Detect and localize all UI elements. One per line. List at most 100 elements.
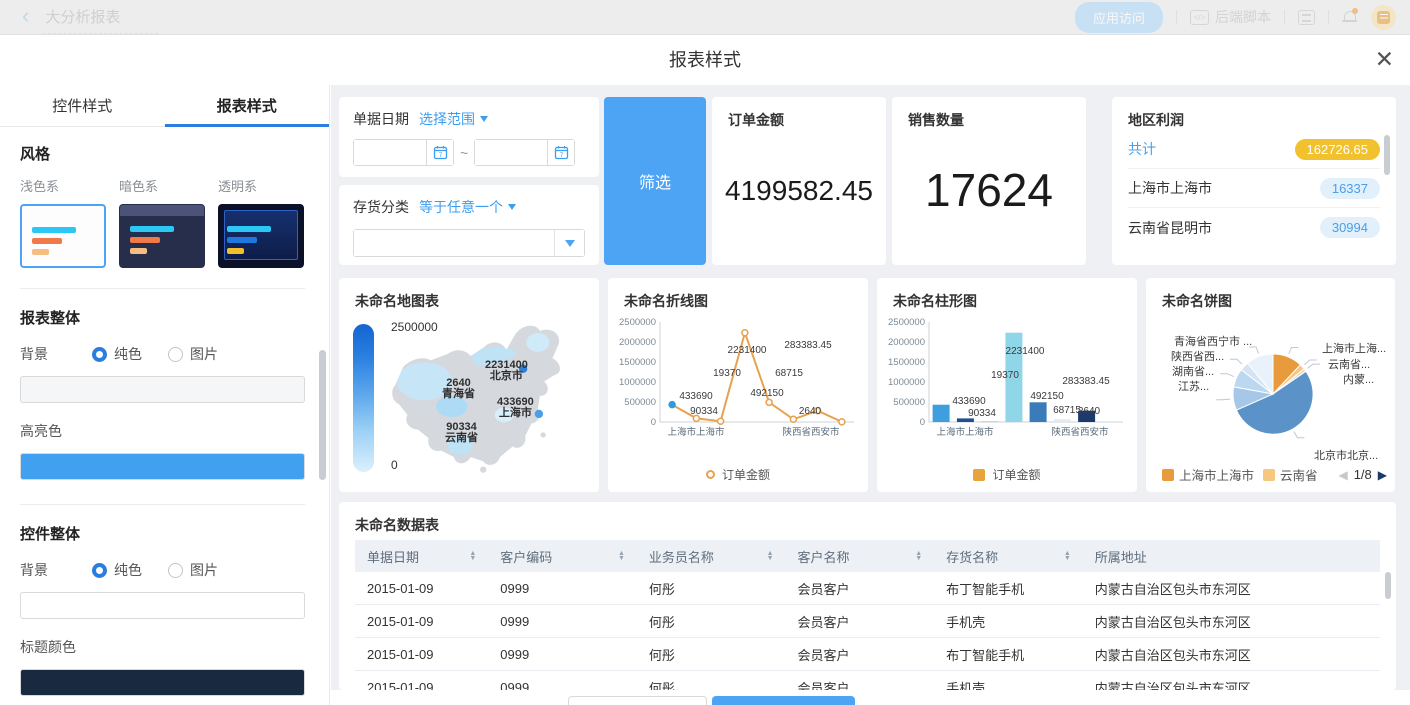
table-cell: 2015-01-09 — [355, 647, 488, 662]
tab-widget-style[interactable]: 控件样式 — [0, 85, 165, 126]
legend-marker-icon — [973, 469, 985, 481]
svg-text:7: 7 — [559, 152, 563, 159]
theme-light-thumbnail[interactable] — [20, 204, 106, 268]
notification-bell-icon[interactable] — [1342, 9, 1358, 25]
thumb-bar — [32, 249, 49, 255]
radio-solid-color[interactable] — [92, 347, 107, 362]
backend-script-button[interactable]: </> 后端脚本 — [1190, 7, 1271, 27]
filter-submit-button[interactable]: 筛选 — [604, 97, 706, 265]
footer-primary-button[interactable] — [712, 696, 855, 705]
svg-text:上海市上海市: 上海市上海市 — [667, 426, 725, 438]
date-range-mode-label: 选择范围 — [419, 109, 475, 129]
category-select-input[interactable] — [354, 230, 554, 256]
theme-transparent-thumbnail[interactable] — [218, 204, 304, 268]
sort-icon[interactable]: ▲▼ — [915, 551, 922, 561]
topbar: ‹ 大分析报表 应用访问 </> 后端脚本 — [0, 0, 1410, 35]
radio-image[interactable] — [168, 563, 183, 578]
date-from-input[interactable] — [354, 140, 426, 165]
divider — [1284, 10, 1285, 24]
category-mode-dropdown[interactable]: 等于任意一个 — [419, 197, 516, 217]
sort-icon[interactable]: ▲▼ — [1064, 551, 1071, 561]
notification-dot — [1352, 8, 1358, 14]
theme-dark[interactable]: 暗色系 — [119, 176, 205, 268]
date-range-mode-dropdown[interactable]: 选择范围 — [419, 109, 488, 129]
thumb-bar — [130, 248, 147, 254]
kpi-value: 17624 — [892, 163, 1086, 217]
legend-item[interactable]: 上海市上海市 — [1162, 465, 1254, 484]
svg-text:19370: 19370 — [713, 368, 741, 379]
svg-text:1500000: 1500000 — [888, 357, 925, 368]
title-color-swatch[interactable] — [20, 669, 305, 696]
table-cell: 内蒙古自治区包头市东河区 — [1083, 645, 1380, 664]
data-table-title: 未命名数据表 — [355, 515, 439, 535]
table-cell: 0999 — [488, 614, 637, 629]
radio-image[interactable] — [168, 347, 183, 362]
app-access-button[interactable]: 应用访问 — [1075, 2, 1163, 33]
table-cell: 布丁智能手机 — [934, 645, 1083, 664]
legend-label: 订单金额 — [722, 466, 770, 483]
column-header[interactable]: 存货名称▲▼ — [934, 540, 1083, 572]
category-mode-label: 等于任意一个 — [419, 197, 503, 217]
table-cell: 会员客户 — [786, 678, 935, 691]
theme-light[interactable]: 浅色系 — [20, 176, 106, 268]
calendar-icon[interactable]: 7 — [426, 140, 453, 165]
map-label-region: 北京市 — [485, 371, 528, 382]
code-icon: </> — [1190, 10, 1209, 25]
sort-desc-icon: ▼ — [1064, 556, 1071, 561]
svg-text:0: 0 — [920, 417, 925, 428]
legend-marker-icon — [1162, 469, 1174, 481]
select-dropdown-button[interactable] — [554, 230, 584, 256]
style-section-title: 风格 — [20, 143, 305, 164]
close-icon[interactable]: ✕ — [1375, 46, 1394, 72]
region-profit-list: 共计162726.65上海市上海市16337云南省昆明市30994 — [1128, 130, 1380, 247]
category-filter-label: 存货分类 — [353, 197, 409, 217]
column-header[interactable]: 业务员名称▲▼ — [637, 540, 786, 572]
calendar-icon[interactable]: 7 — [547, 140, 574, 165]
thumb-bar — [32, 238, 62, 244]
pager-text: 1/8 — [1354, 467, 1372, 482]
radio-solid-color[interactable] — [92, 563, 107, 578]
svg-text:19370: 19370 — [991, 370, 1019, 381]
column-header[interactable]: 客户名称▲▼ — [786, 540, 935, 572]
back-icon[interactable]: ‹ — [22, 6, 29, 26]
footer-secondary-button[interactable] — [568, 696, 707, 705]
date-to-input[interactable] — [475, 140, 547, 165]
sidebar-scrollbar[interactable] — [319, 350, 326, 480]
svg-text:上海市上海市: 上海市上海市 — [936, 426, 994, 438]
region-profit-card: 地区利润 共计162726.65上海市上海市16337云南省昆明市30994 — [1112, 97, 1396, 265]
svg-text:90334: 90334 — [968, 408, 996, 419]
widget-bg-color-swatch[interactable] — [20, 592, 305, 619]
table-scrollbar[interactable] — [1385, 572, 1391, 599]
sort-icon[interactable]: ▲▼ — [469, 551, 476, 561]
tab-report-style[interactable]: 报表样式 — [165, 85, 330, 126]
region-profit-label: 上海市上海市 — [1128, 178, 1212, 198]
report-overall-title: 报表整体 — [20, 307, 305, 328]
legend-item[interactable]: 云南省 — [1263, 465, 1318, 484]
table-cell: 手机壳 — [934, 612, 1083, 631]
theme-transparent[interactable]: 透明系 — [218, 176, 304, 268]
report-bg-color-swatch[interactable] — [20, 376, 305, 403]
svg-text:492150: 492150 — [750, 388, 784, 399]
column-header[interactable]: 单据日期▲▼ — [355, 540, 488, 572]
sort-icon[interactable]: ▲▼ — [767, 551, 774, 561]
line-legend[interactable]: 订单金额 — [608, 466, 868, 483]
highlight-color-swatch[interactable] — [20, 453, 305, 480]
theme-transparent-label: 透明系 — [218, 176, 304, 195]
sort-icon[interactable]: ▲▼ — [618, 551, 625, 561]
svg-text:2000000: 2000000 — [619, 337, 656, 348]
theme-dark-thumbnail[interactable] — [119, 204, 205, 268]
region-profit-scrollbar[interactable] — [1384, 135, 1390, 175]
widget-overall-title: 控件整体 — [20, 523, 305, 544]
contacts-icon[interactable] — [1298, 10, 1315, 25]
map-label: 2640青海省 — [442, 378, 475, 400]
column-header[interactable]: 客户编码▲▼ — [488, 540, 637, 572]
table-cell: 2015-01-09 — [355, 581, 488, 596]
pager-next-icon[interactable]: ▶ — [1378, 468, 1387, 482]
chevron-down-icon — [565, 240, 575, 247]
line-chart-title: 未命名折线图 — [624, 291, 708, 311]
bar-legend[interactable]: 订单金额 — [877, 466, 1137, 483]
avatar[interactable] — [1371, 5, 1396, 30]
pager-prev-icon[interactable]: ◀ — [1338, 468, 1347, 482]
table-cell: 0999 — [488, 647, 637, 662]
svg-text:2640: 2640 — [799, 406, 822, 417]
